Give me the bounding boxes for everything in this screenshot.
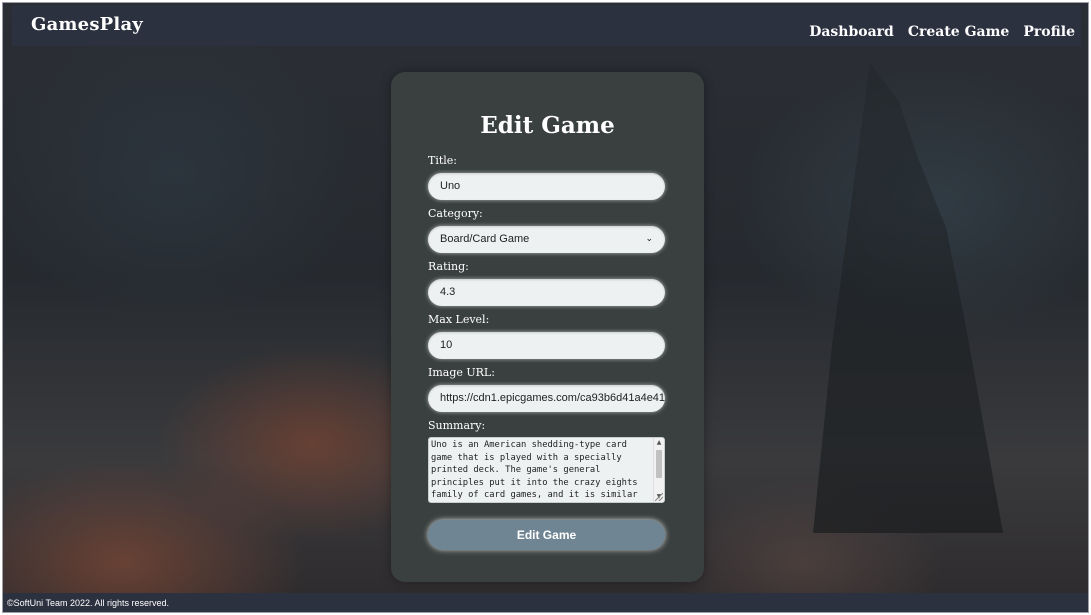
- scroll-thumb[interactable]: [656, 450, 662, 478]
- brand-logo-link[interactable]: GamesPlay: [31, 14, 143, 35]
- nav-profile-link[interactable]: Profile: [1023, 24, 1075, 40]
- max-level-input[interactable]: 10: [428, 332, 665, 359]
- image-url-label: Image URL:: [428, 366, 495, 379]
- nav-create-game-link[interactable]: Create Game: [908, 24, 1010, 40]
- max-level-label: Max Level:: [428, 313, 490, 326]
- summary-label: Summary:: [428, 419, 486, 432]
- category-select[interactable]: Board/Card Game ⌄: [428, 226, 665, 253]
- summary-textarea[interactable]: Uno is an American shedding-type card ga…: [428, 437, 665, 503]
- chevron-down-icon: ⌄: [645, 234, 653, 244]
- rating-input[interactable]: 4.3: [428, 279, 665, 306]
- footer-copyright: ©SoftUni Team 2022. All rights reserved.: [7, 598, 170, 608]
- nav-dashboard-link[interactable]: Dashboard: [809, 24, 894, 40]
- summary-text: Uno is an American shedding-type card ga…: [431, 440, 638, 501]
- title-label: Title:: [428, 154, 458, 167]
- category-selected-value: Board/Card Game: [440, 233, 530, 245]
- edit-game-card: Edit Game Title: Uno Category: Board/Car…: [391, 72, 704, 582]
- rating-label: Rating:: [428, 260, 469, 273]
- scroll-up-arrow-icon[interactable]: ▲: [654, 438, 664, 448]
- form-heading: Edit Game: [480, 112, 615, 139]
- page-footer: ©SoftUni Team 2022. All rights reserved.: [3, 593, 1088, 612]
- category-label: Category:: [428, 207, 483, 220]
- browser-viewport: GamesPlay Dashboard Create Game Profile …: [2, 2, 1089, 613]
- edit-game-submit-button[interactable]: Edit Game: [428, 520, 665, 550]
- image-url-input[interactable]: https://cdn1.epicgames.com/ca93b6d41a4e4…: [428, 385, 665, 412]
- title-input[interactable]: Uno: [428, 173, 665, 200]
- main-nav: Dashboard Create Game Profile: [809, 24, 1075, 40]
- top-navbar: GamesPlay Dashboard Create Game Profile: [12, 5, 1081, 46]
- resize-handle-icon[interactable]: [655, 493, 663, 501]
